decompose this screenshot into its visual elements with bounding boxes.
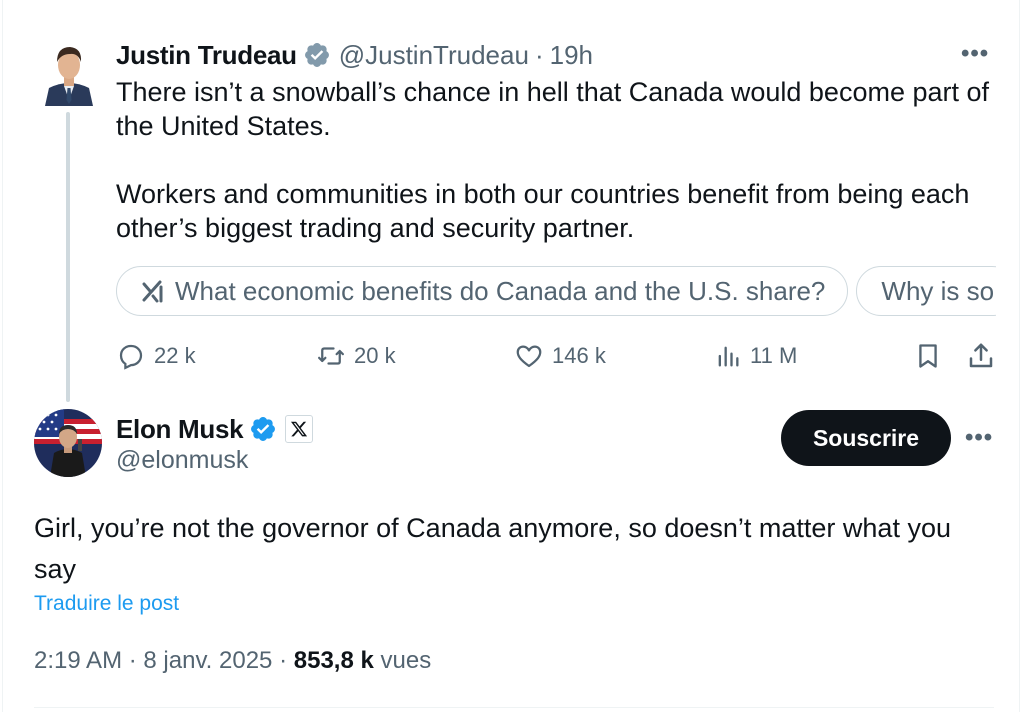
parent-author-name[interactable]: Justin Trudeau <box>116 40 297 71</box>
meta-separator: · <box>128 647 137 674</box>
bookmark-icon <box>919 344 937 368</box>
parent-tweet-text: There isn’t a snowball’s chance in hell … <box>116 77 990 243</box>
reply-author-name[interactable]: Elon Musk <box>116 414 244 445</box>
grok-suggestion-chip[interactable]: Why is so <box>856 266 996 316</box>
like-button[interactable]: 146 k <box>514 336 606 376</box>
heart-icon <box>516 345 542 368</box>
reply-time[interactable]: 2:19 AM <box>34 647 122 674</box>
musk-avatar[interactable] <box>34 409 102 477</box>
repost-button[interactable]: 20 k <box>316 336 396 376</box>
thread-connector-line <box>66 112 70 402</box>
bookmark-button[interactable] <box>914 336 942 376</box>
reply-author-row: Elon Musk <box>116 410 314 448</box>
reply-date[interactable]: 8 janv. 2025 <box>143 647 272 674</box>
reply-more-options-icon[interactable]: ••• <box>965 424 993 452</box>
grok-suggestion-label: Why is so <box>881 275 995 306</box>
verified-gray-icon[interactable] <box>303 41 331 69</box>
tweet-thread-container: Justin Trudeau @JustinTrudeau · 19h ••• … <box>2 0 1020 712</box>
reply-button[interactable]: 22 k <box>116 336 196 376</box>
subscribe-button[interactable]: Souscrire <box>781 410 951 466</box>
reply-count: 22 k <box>154 343 196 368</box>
reply-views-label: vues <box>380 647 432 674</box>
views-button[interactable]: 11 M <box>714 336 797 376</box>
like-count: 146 k <box>552 343 606 368</box>
reply-tweet-text: Girl, you’re not the governor of Canada … <box>34 513 951 584</box>
grok-suggestion-chip[interactable]: What economic benefits do Canada and the… <box>116 266 849 316</box>
grok-suggestion-label: What economic benefits do Canada and the… <box>175 275 826 306</box>
parent-tweet-header: Justin Trudeau @JustinTrudeau · 19h <box>116 38 593 72</box>
parent-more-options-icon[interactable]: ••• <box>961 40 989 68</box>
repost-count: 20 k <box>354 343 396 368</box>
meta-separator: · <box>279 647 288 674</box>
share-icon <box>969 343 993 368</box>
reply-icon <box>119 344 143 370</box>
grok-suggestions: What economic benefits do Canada and the… <box>116 266 996 320</box>
share-button[interactable] <box>966 336 996 376</box>
divider <box>34 707 994 708</box>
parent-author-handle[interactable]: @JustinTrudeau <box>339 40 529 71</box>
x-logo-icon[interactable] <box>285 415 314 443</box>
reply-views-count: 853,8 k <box>293 647 374 674</box>
repost-icon <box>318 347 344 365</box>
header-separator: · <box>534 39 544 70</box>
trudeau-avatar[interactable] <box>39 38 99 106</box>
grok-icon <box>141 278 167 304</box>
verified-blue-icon[interactable] <box>249 415 277 443</box>
translate-post-link[interactable]: Traduire le post <box>34 592 179 616</box>
parent-tweet-time[interactable]: 19h <box>550 40 593 71</box>
parent-tweet-actions: 22 k 20 k 146 k 11 M <box>116 336 996 376</box>
analytics-icon <box>718 346 739 367</box>
views-count: 11 M <box>750 343 798 368</box>
reply-tweet-metadata: 2:19 AM · 8 janv. 2025 · 853,8 k vues <box>34 647 431 675</box>
reply-author-handle[interactable]: @elonmusk <box>116 446 248 475</box>
